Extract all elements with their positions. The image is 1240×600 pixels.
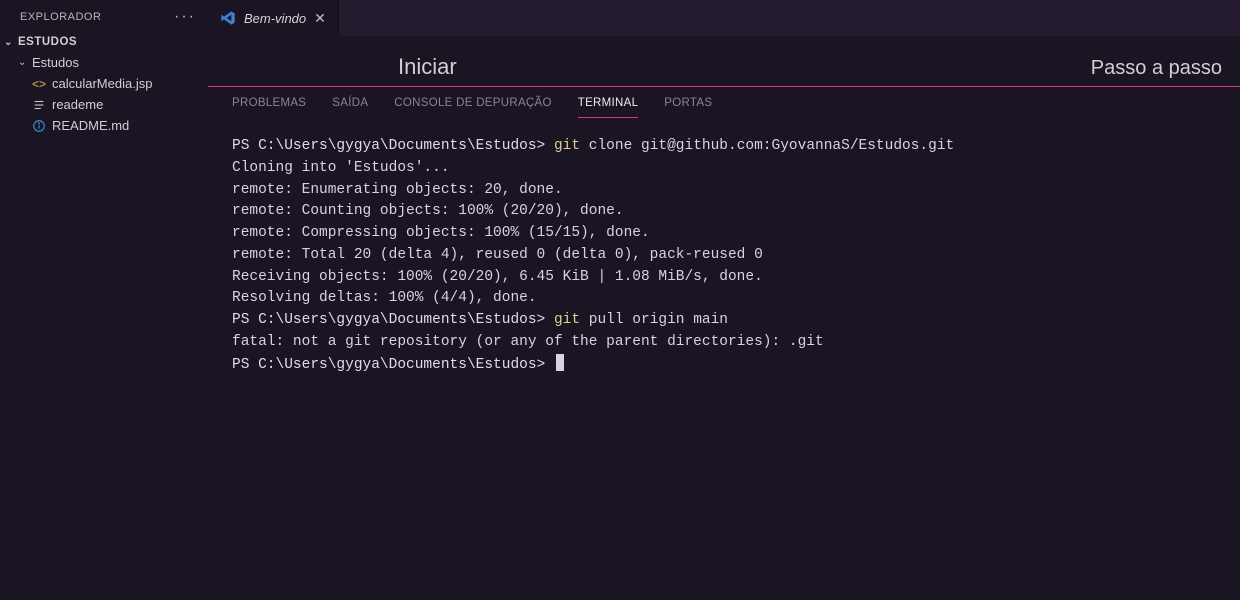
welcome-header: Iniciar Passo a passo <box>208 36 1240 87</box>
editor-area: Bem-vindo ✕ Iniciar Passo a passo PROBLE… <box>208 0 1240 600</box>
panel-tab-debug-console[interactable]: CONSOLE DE DEPURAÇÃO <box>394 97 551 118</box>
workspace-root-label: ESTUDOS <box>18 36 77 48</box>
terminal-line: Cloning into 'Estudos'... <box>232 160 450 176</box>
panel-tab-output[interactable]: SAÍDA <box>332 97 368 118</box>
vscode-icon <box>220 10 236 26</box>
terminal-line: remote: Counting objects: 100% (20/20), … <box>232 203 624 219</box>
terminal-prompt: PS C:\Users\gygya\Documents\Estudos> <box>232 357 545 373</box>
terminal-error: fatal: not a git repository (or any of t… <box>232 334 824 350</box>
more-actions-icon[interactable]: ··· <box>174 8 196 26</box>
terminal-line: remote: Compressing objects: 100% (15/15… <box>232 225 650 241</box>
panel-tab-ports[interactable]: PORTAS <box>664 97 712 118</box>
folder-item[interactable]: ⌄ Estudos <box>0 52 208 73</box>
explorer-sidebar: EXPLORADOR ··· ⌄ ESTUDOS ⌄ Estudos <> ca… <box>0 0 208 600</box>
terminal-line: remote: Enumerating objects: 20, done. <box>232 182 563 198</box>
close-icon[interactable]: ✕ <box>314 10 326 27</box>
explorer-header: EXPLORADOR ··· <box>0 0 208 32</box>
terminal-prompt: PS C:\Users\gygya\Documents\Estudos> <box>232 138 545 154</box>
workspace-root[interactable]: ⌄ ESTUDOS <box>0 32 208 52</box>
explorer-title: EXPLORADOR <box>20 11 101 23</box>
terminal-output[interactable]: PS C:\Users\gygya\Documents\Estudos> git… <box>208 118 1240 600</box>
file-item[interactable]: <> calcularMedia.jsp <box>0 73 208 94</box>
terminal-cmd-rest: clone git@github.com:GyovannaS/Estudos.g… <box>580 138 954 154</box>
tab-label: Bem-vindo <box>244 11 306 26</box>
chevron-down-icon: ⌄ <box>18 57 28 68</box>
terminal-prompt: PS C:\Users\gygya\Documents\Estudos> <box>232 312 545 328</box>
file-item[interactable]: README.md <box>0 115 208 136</box>
file-label: reademe <box>52 97 103 112</box>
panel-tab-problems[interactable]: PROBLEMAS <box>232 97 306 118</box>
panel-tabs: PROBLEMAS SAÍDA CONSOLE DE DEPURAÇÃO TER… <box>208 87 1240 118</box>
terminal-line: Resolving deltas: 100% (4/4), done. <box>232 290 537 306</box>
terminal-cmd-git: git <box>554 312 580 328</box>
terminal-cmd-git: git <box>554 138 580 154</box>
terminal-line: remote: Total 20 (delta 4), reused 0 (de… <box>232 247 763 263</box>
file-item[interactable]: reademe <box>0 94 208 115</box>
text-file-icon <box>32 98 46 112</box>
welcome-section-start: Iniciar <box>398 54 457 80</box>
terminal-line: Receiving objects: 100% (20/20), 6.45 Ki… <box>232 269 763 285</box>
file-label: README.md <box>52 118 129 133</box>
jsp-file-icon: <> <box>32 77 46 91</box>
info-file-icon <box>32 119 46 133</box>
folder-label: Estudos <box>32 55 79 70</box>
terminal-cmd-rest: pull origin main <box>580 312 728 328</box>
chevron-down-icon: ⌄ <box>4 37 14 48</box>
tab-welcome[interactable]: Bem-vindo ✕ <box>208 0 339 36</box>
terminal-cursor <box>556 354 564 371</box>
file-label: calcularMedia.jsp <box>52 76 152 91</box>
welcome-section-walkthrough: Passo a passo <box>1091 57 1222 80</box>
panel-tab-terminal[interactable]: TERMINAL <box>578 97 639 118</box>
tab-bar: Bem-vindo ✕ <box>208 0 1240 36</box>
